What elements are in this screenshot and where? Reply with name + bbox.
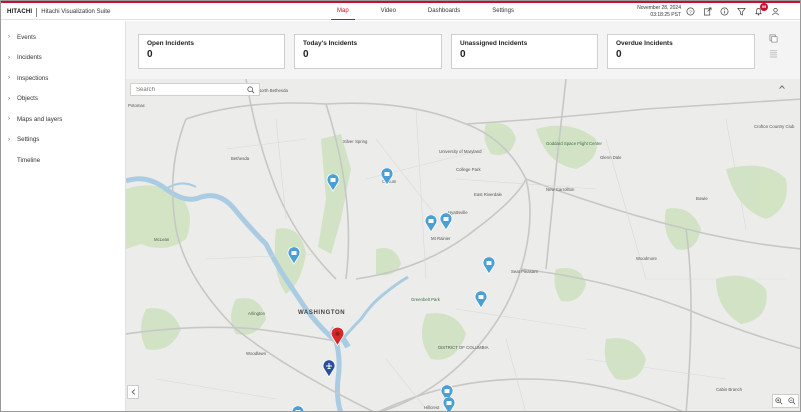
stat-value: 0	[460, 49, 466, 60]
tab-dashboards[interactable]: Dashboards	[412, 3, 476, 20]
zoom-out-icon[interactable]	[786, 395, 798, 407]
clock-date: November 28, 2024	[637, 5, 681, 11]
map-search	[130, 83, 260, 96]
top-header: HITACHI Hitachi Visualization Suite Map …	[1, 3, 800, 20]
sidebar-item-events[interactable]: › Events	[1, 27, 125, 48]
stats-bar: Open Incidents 0 Today's Incidents 0 Una…	[126, 21, 800, 79]
stat-label: Overdue Incidents	[616, 40, 673, 47]
stat-card-todays-incidents[interactable]: Today's Incidents 0	[294, 34, 442, 69]
zoom-in-icon[interactable]	[773, 395, 785, 407]
stat-card-unassigned-incidents[interactable]: Unassigned Incidents 0	[451, 34, 598, 69]
clock-time: 03:18:25 PST	[650, 12, 681, 18]
incident-pin[interactable]	[291, 406, 305, 412]
sidebar-item-label: Timeline	[17, 156, 41, 164]
clock: November 28, 2024 03:18:25 PST	[621, 5, 681, 19]
zoom-controls	[772, 394, 799, 408]
tiles-view-icon[interactable]	[766, 33, 780, 43]
user-icon[interactable]	[770, 6, 781, 17]
map-search-input[interactable]	[136, 86, 246, 93]
sidebar-item-label: Incidents	[17, 54, 42, 62]
sidebar-item-objects[interactable]: › Objects	[1, 89, 125, 110]
side-tools	[766, 33, 780, 58]
incident-pin[interactable]	[380, 168, 394, 186]
app-window: HITACHI Hitachi Visualization Suite Map …	[0, 0, 801, 412]
chevron-right-icon: ›	[8, 95, 10, 102]
sidebar-item-label: Maps and layers	[17, 115, 63, 123]
incident-pin[interactable]	[474, 291, 488, 309]
filter-icon[interactable]	[736, 6, 747, 17]
tab-settings[interactable]: Settings	[476, 3, 530, 20]
sidebar-item-incidents[interactable]: › Incidents	[1, 48, 125, 69]
list-view-icon[interactable]	[766, 48, 780, 58]
map-basemap	[126, 79, 800, 411]
notification-badge: 99	[760, 3, 768, 11]
sidebar-item-inspections[interactable]: › Inspections	[1, 68, 125, 89]
sidebar-item-maps-and-layers[interactable]: › Maps and layers	[1, 109, 125, 130]
sidebar-item-timeline[interactable]: Timeline	[1, 150, 125, 171]
main-nav: Map Video Dashboards Settings	[321, 3, 530, 20]
svg-text:?: ?	[689, 9, 692, 14]
info-icon[interactable]	[719, 6, 730, 17]
stat-label: Today's Incidents	[303, 40, 358, 47]
help-icon[interactable]: ?	[685, 6, 696, 17]
incident-pin[interactable]	[326, 174, 340, 192]
app-name: Hitachi Visualization Suite	[41, 9, 111, 15]
chevron-right-icon: ›	[8, 54, 10, 61]
stat-card-overdue-incidents[interactable]: Overdue Incidents 0	[607, 34, 755, 69]
map-view[interactable]: North Bethesda Potomac Bethesda Silver S…	[126, 79, 800, 412]
chevron-right-icon: ›	[8, 116, 10, 123]
stat-value: 0	[303, 49, 309, 60]
search-icon[interactable]	[247, 86, 255, 94]
sidebar-item-label: Settings	[17, 136, 40, 144]
brand-divider	[36, 7, 38, 17]
selected-location-pin[interactable]	[330, 327, 345, 347]
incident-pin[interactable]	[442, 397, 456, 412]
sidebar-item-settings[interactable]: › Settings	[1, 130, 125, 151]
incident-pin[interactable]	[424, 215, 438, 233]
chevron-right-icon: ›	[8, 34, 10, 41]
airport-pin[interactable]	[322, 360, 336, 378]
incident-pin[interactable]	[482, 257, 496, 275]
chevron-left-icon[interactable]	[127, 385, 139, 399]
brand: HITACHI Hitachi Visualization Suite	[7, 6, 110, 18]
sidebar-item-label: Inspections	[17, 74, 49, 82]
stat-value: 0	[616, 49, 622, 60]
tab-video[interactable]: Video	[365, 3, 412, 20]
chevron-right-icon: ›	[8, 136, 10, 143]
tab-map[interactable]: Map	[321, 3, 365, 20]
incident-pin[interactable]	[287, 247, 301, 265]
chevron-right-icon: ›	[8, 75, 10, 82]
stat-value: 0	[147, 49, 153, 60]
header-icons: ? 99	[685, 3, 781, 17]
export-icon[interactable]	[702, 6, 713, 17]
incident-pin[interactable]	[439, 213, 453, 231]
collapse-up-chevron-icon[interactable]	[776, 81, 788, 93]
stat-card-open-incidents[interactable]: Open Incidents 0	[138, 34, 285, 69]
stat-label: Unassigned Incidents	[460, 40, 528, 47]
sidebar-item-label: Objects	[17, 95, 38, 103]
notifications-bell-icon[interactable]: 99	[753, 3, 768, 17]
sidebar: › Events › Incidents › Inspections › Objects…	[1, 21, 126, 411]
brand-logo: HITACHI	[7, 9, 33, 15]
sidebar-item-label: Events	[17, 33, 36, 41]
stat-label: Open Incidents	[147, 40, 194, 47]
